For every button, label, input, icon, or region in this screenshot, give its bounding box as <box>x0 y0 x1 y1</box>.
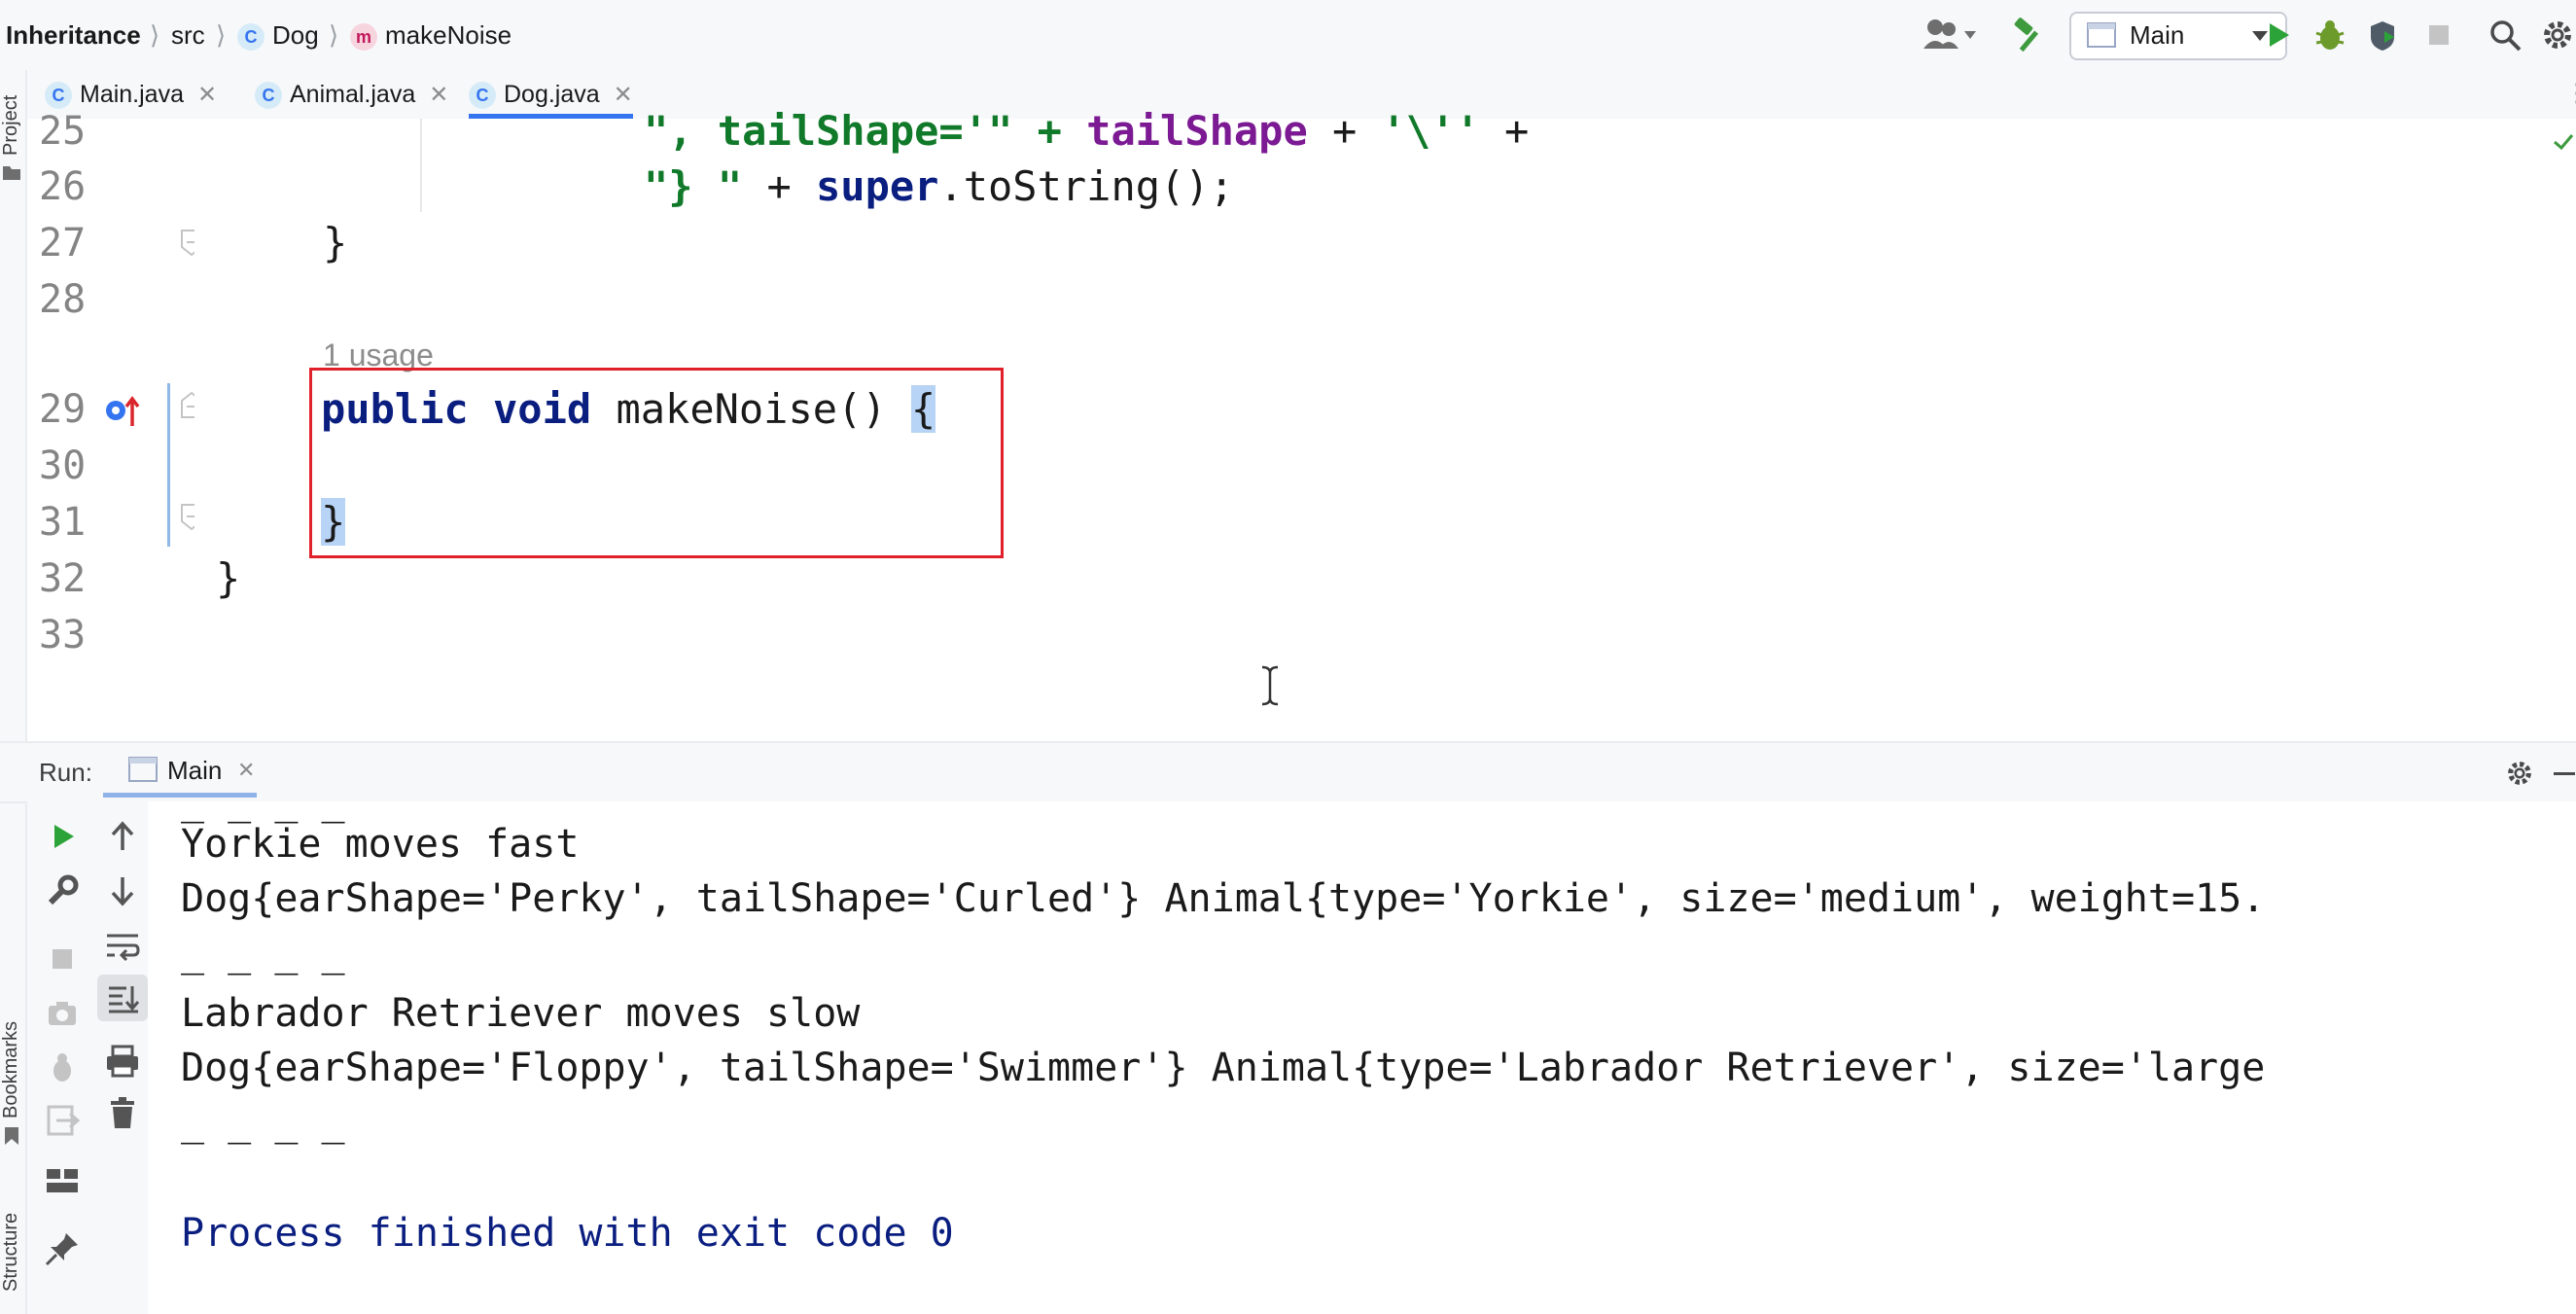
soft-wrap-icon[interactable] <box>101 924 144 967</box>
search-icon[interactable] <box>2486 16 2524 54</box>
user-icon[interactable] <box>1922 16 1978 54</box>
run-tab-main[interactable]: Main ✕ <box>103 743 257 798</box>
run-tool-window-header: Run: Main ✕ <box>0 741 2576 803</box>
run-tab-label: Main <box>167 756 223 785</box>
console-output[interactable]: _ _ _ _ Yorkie moves fast Dog{earShape='… <box>148 801 2576 1314</box>
exit-icon[interactable] <box>41 1099 84 1142</box>
breadcrumb-method-label: makeNoise <box>385 20 512 50</box>
run-config-icon <box>128 757 158 782</box>
line-number: 31 <box>39 500 87 545</box>
tab-label: Dog.java <box>504 81 600 108</box>
bookmark-icon <box>5 1127 18 1145</box>
breadcrumb-project[interactable]: Inheritance <box>6 18 141 53</box>
console-line: _ _ _ _ <box>181 1100 345 1145</box>
arrow-up-icon[interactable] <box>101 815 144 858</box>
more-tabs-icon[interactable]: ⋮ <box>2564 78 2576 108</box>
arrow-down-icon[interactable] <box>101 870 144 912</box>
console-line: Labrador Retriever moves slow <box>181 991 861 1036</box>
code-line-26: "} " + super.toString(); <box>644 162 1234 210</box>
navigation-bar: Inheritance ⟩ src ⟩ C Dog ⟩ m makeNoise Ma… <box>0 0 2576 72</box>
code-line-27: } <box>323 219 348 266</box>
hammer-icon[interactable] <box>2009 16 2048 54</box>
breadcrumb-class-label: Dog <box>272 20 319 50</box>
indent-guide <box>420 119 422 212</box>
console-line: Yorkie moves fast <box>181 822 580 867</box>
run-configuration-select[interactable]: Main <box>2069 12 2287 60</box>
close-icon[interactable]: ✕ <box>614 82 633 108</box>
debug-disabled-icon[interactable] <box>41 1047 84 1089</box>
close-icon[interactable]: ✕ <box>237 755 255 786</box>
structure-tool-button[interactable]: Structure <box>0 1213 22 1292</box>
override-method-icon[interactable] <box>103 391 142 430</box>
close-icon[interactable]: ✕ <box>197 82 217 108</box>
pin-icon[interactable] <box>41 1227 84 1270</box>
code-line-25: ", tailShape='" + tailShape + '\'' + <box>644 107 1530 155</box>
run-config-icon <box>2087 22 2116 48</box>
editor-gutter: 25 26 27 28 29 30 31 32 33 <box>27 109 202 741</box>
inspection-ok-icon[interactable] <box>2552 132 2575 152</box>
bookmarks-tool-button[interactable]: Bookmarks <box>0 1021 22 1119</box>
tab-dog-java[interactable]: C Dog.java ✕ <box>469 70 633 119</box>
code-line-32: } <box>216 554 241 602</box>
close-icon[interactable]: ✕ <box>429 82 448 108</box>
left-tool-stripe: Project Bookmarks Structure <box>0 70 27 1314</box>
breadcrumb-folder[interactable]: src <box>171 18 205 53</box>
trash-icon[interactable] <box>101 1091 144 1134</box>
breadcrumb-separator: ⟩ <box>216 20 227 50</box>
class-icon: C <box>237 23 265 52</box>
run-icon[interactable] <box>2258 16 2297 54</box>
run-config-label: Main <box>2130 20 2185 50</box>
coverage-icon[interactable] <box>2363 16 2402 54</box>
method-icon: m <box>350 23 377 52</box>
project-tool-button[interactable]: Project <box>0 95 22 156</box>
text-cursor-icon <box>1261 665 1279 706</box>
debug-icon[interactable] <box>2311 16 2349 54</box>
line-number: 27 <box>39 221 87 266</box>
stop-icon[interactable] <box>41 938 84 980</box>
camera-icon[interactable] <box>41 992 84 1035</box>
breadcrumb-method[interactable]: m makeNoise <box>350 18 512 53</box>
print-icon[interactable] <box>101 1039 144 1082</box>
console-line: _ _ _ _ <box>181 931 345 976</box>
console-line: Dog{earShape='Floppy', tailShape='Swimme… <box>181 1046 2266 1090</box>
minimize-icon[interactable] <box>2554 772 2575 775</box>
settings-icon[interactable] <box>2503 757 2536 790</box>
scroll-to-end-icon <box>109 986 140 1013</box>
process-exit-message: Process finished with exit code 0 <box>181 1211 954 1256</box>
line-number: 30 <box>39 444 87 488</box>
breadcrumb-separator: ⟩ <box>150 20 160 50</box>
layout-icon[interactable] <box>41 1159 84 1202</box>
line-number: 32 <box>39 556 87 601</box>
line-number: 26 <box>39 164 87 209</box>
class-icon: C <box>255 82 282 110</box>
line-number: 28 <box>39 277 87 322</box>
line-number: 33 <box>39 613 87 657</box>
tab-animal-java[interactable]: C Animal.java ✕ <box>255 70 448 119</box>
wrench-icon[interactable] <box>41 870 84 912</box>
annotation-highlight-box <box>309 368 1004 558</box>
breadcrumb-class[interactable]: C Dog <box>237 18 319 53</box>
console-line: Dog{earShape='Perky', tailShape='Curled'… <box>181 876 2266 921</box>
rerun-icon[interactable] <box>41 815 84 858</box>
change-marker <box>167 383 170 547</box>
line-number: 25 <box>39 109 87 154</box>
settings-icon[interactable] <box>2538 16 2576 54</box>
folder-icon <box>3 166 20 180</box>
scroll-to-end-toggle[interactable] <box>97 975 148 1021</box>
tab-label: Animal.java <box>290 81 416 108</box>
class-icon: C <box>469 82 496 110</box>
run-toolbar <box>27 801 150 1314</box>
run-panel-label: Run: <box>39 758 92 787</box>
stop-icon[interactable] <box>2419 16 2458 54</box>
breadcrumb-separator: ⟩ <box>329 20 339 50</box>
